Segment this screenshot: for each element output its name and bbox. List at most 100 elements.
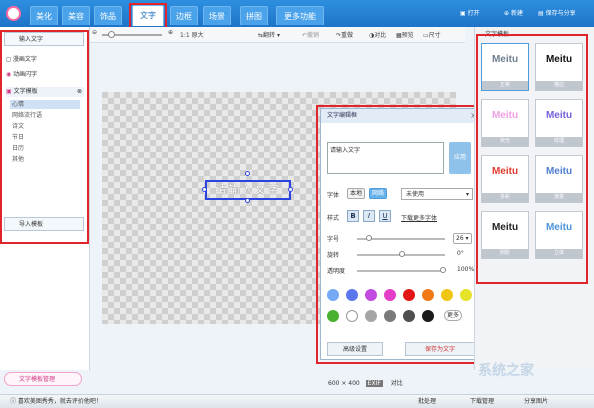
- text-template-tile[interactable]: Meitu 纹理: [535, 99, 583, 147]
- resize-handle-right[interactable]: [288, 187, 293, 192]
- actual-size-button[interactable]: 1:1 原大: [180, 30, 204, 39]
- comic-text-item[interactable]: ◻ 漫画文字: [6, 55, 37, 65]
- rotate-handle[interactable]: [245, 171, 250, 176]
- text-template-tile[interactable]: Meitu 描边: [535, 43, 583, 91]
- color-swatch[interactable]: [422, 310, 434, 322]
- bold-button[interactable]: B: [347, 210, 359, 222]
- open-button[interactable]: ▣ 打开: [460, 8, 480, 17]
- left-panel: 输入文字 ◻ 漫画文字 ◉ 动画闪字 ▣ 文字模板 ⊗ 心情 网络流行语 诗文 节…: [0, 27, 90, 370]
- opacity-slider-knob[interactable]: [440, 267, 446, 273]
- zoom-slider-knob[interactable]: [108, 31, 115, 38]
- italic-button[interactable]: I: [363, 210, 375, 222]
- template-category-calendar[interactable]: 日历: [12, 144, 24, 153]
- collapse-icon[interactable]: ⊗: [77, 87, 82, 97]
- opacity-slider[interactable]: [357, 270, 445, 272]
- tab-scene[interactable]: 场景: [203, 6, 231, 25]
- zoom-in-icon[interactable]: ⊕: [168, 29, 173, 36]
- apply-button[interactable]: 应用: [449, 142, 471, 174]
- right-panel: 文字模板 Meitu 正常 Meitu 描边 Meitu 荧光 Meitu 纹理 Meitu 多彩…: [474, 27, 594, 370]
- input-text-button[interactable]: 输入文字: [4, 32, 84, 46]
- save-as-text-button[interactable]: 保存为文字: [405, 342, 475, 356]
- size-slider-knob[interactable]: [366, 235, 372, 241]
- template-manager-button[interactable]: 文字模板管理: [4, 372, 82, 386]
- share-image-button[interactable]: 分享图片: [524, 395, 548, 408]
- tab-more[interactable]: 更多功能: [276, 6, 324, 25]
- color-swatch[interactable]: [327, 289, 339, 301]
- text-template-tile[interactable]: Meitu 立体: [535, 211, 583, 259]
- exif-badge[interactable]: EXIF: [365, 380, 383, 387]
- templates-header[interactable]: ▣ 文字模板 ⊗: [6, 87, 84, 97]
- zoom-out-icon[interactable]: ⊖: [92, 29, 97, 36]
- color-swatch[interactable]: [384, 310, 396, 322]
- color-swatch[interactable]: [365, 289, 377, 301]
- color-swatch[interactable]: [365, 310, 377, 322]
- template-category-other[interactable]: 其他: [12, 155, 24, 164]
- flip-button[interactable]: ⇆翻转 ▾: [258, 30, 280, 39]
- font-select[interactable]: 未使用 ▾: [401, 188, 473, 200]
- advanced-settings-button[interactable]: 高级设置: [327, 342, 383, 356]
- text-input[interactable]: 请输入文字: [327, 142, 444, 174]
- image-size: 600 × 400: [328, 380, 360, 387]
- template-caption: 正常: [482, 81, 528, 90]
- import-template-button[interactable]: 导入模板: [4, 217, 84, 231]
- size-label: 尺寸: [428, 32, 441, 39]
- color-swatch[interactable]: [403, 310, 415, 322]
- font-local-tab[interactable]: 本地: [347, 188, 366, 199]
- underline-button[interactable]: U: [379, 210, 391, 222]
- template-sample-word: Meitu: [545, 110, 573, 121]
- save-share-button[interactable]: ▤ 保存与分享: [538, 8, 576, 17]
- color-swatch[interactable]: [346, 310, 358, 322]
- folder-icon: ▣: [460, 10, 468, 17]
- text-template-tile[interactable]: Meitu 正常: [481, 43, 529, 91]
- rotate-slider-knob[interactable]: [399, 251, 405, 257]
- flash-text-item[interactable]: ◉ 动画闪字: [6, 70, 37, 80]
- color-swatch[interactable]: [327, 310, 339, 322]
- template-icon: ▣: [6, 88, 14, 95]
- download-fonts-link[interactable]: 下载更多字体: [401, 213, 437, 222]
- compare-toggle[interactable]: 对比: [391, 380, 403, 387]
- input-text-label: 输入文字: [19, 36, 44, 43]
- size-button[interactable]: ▭尺寸: [423, 30, 441, 39]
- save-icon: ▤: [538, 10, 546, 17]
- batch-button[interactable]: 批处理: [418, 395, 436, 408]
- template-sample-word: Meitu: [491, 222, 519, 233]
- resize-handle-bottom[interactable]: [245, 198, 250, 203]
- template-category-holiday[interactable]: 节日: [12, 133, 24, 142]
- new-button[interactable]: ⊕ 新建: [504, 8, 523, 17]
- canvas-text-object[interactable]: 请输入文字: [205, 180, 291, 200]
- color-swatch[interactable]: [346, 289, 358, 301]
- tab-collage[interactable]: 拼图: [240, 6, 268, 25]
- text-template-tile[interactable]: Meitu 荧光: [481, 99, 529, 147]
- tab-accessories[interactable]: 饰品: [94, 6, 122, 25]
- editor-title: 文字编辑框: [321, 109, 483, 123]
- text-template-tile[interactable]: Meitu 多彩: [481, 155, 529, 203]
- tab-border[interactable]: 边框: [170, 6, 198, 25]
- top-nav-bar: 美化 美容 饰品 文字 边框 场景 拼图 更多功能 ▣ 打开 ⊕ 新建 ▤ 保存…: [0, 0, 594, 27]
- color-swatch[interactable]: [422, 289, 434, 301]
- template-category-mood[interactable]: 心情: [10, 100, 80, 109]
- template-sample-word: Meitu: [491, 110, 519, 121]
- color-swatch[interactable]: [403, 289, 415, 301]
- compare-button[interactable]: ◑对比: [369, 30, 386, 39]
- status-message[interactable]: 喜欢美图秀秀，就去评价他吧！: [18, 398, 102, 405]
- resize-handle-left[interactable]: [202, 187, 207, 192]
- undo-button[interactable]: ↶撤销: [302, 30, 319, 39]
- redo-button[interactable]: ↷重做: [336, 30, 353, 39]
- tab-text[interactable]: 文字: [132, 5, 164, 26]
- template-category-internet[interactable]: 网络流行语: [12, 111, 42, 120]
- color-swatch[interactable]: [441, 289, 453, 301]
- text-template-tile[interactable]: Meitu 渐变: [535, 155, 583, 203]
- font-online-tab[interactable]: 网络: [369, 188, 388, 199]
- template-category-poem[interactable]: 诗文: [12, 122, 24, 131]
- color-swatch[interactable]: [384, 289, 396, 301]
- color-swatch[interactable]: [460, 289, 472, 301]
- text-template-tile[interactable]: Meitu 阴影: [481, 211, 529, 259]
- tab-beauty[interactable]: 美容: [62, 6, 90, 25]
- template-caption: 阴影: [482, 249, 528, 258]
- download-manager-button[interactable]: 下载管理: [470, 395, 494, 408]
- status-bar: ⓘ 喜欢美图秀秀，就去评价他吧！ 批处理 下载管理 分享图片: [0, 394, 594, 408]
- size-value-field[interactable]: 26 ▾: [453, 233, 472, 244]
- more-colors-button[interactable]: 更多: [444, 310, 463, 321]
- preview-button[interactable]: ▦预览: [396, 30, 414, 39]
- tab-beautify[interactable]: 美化: [30, 6, 58, 25]
